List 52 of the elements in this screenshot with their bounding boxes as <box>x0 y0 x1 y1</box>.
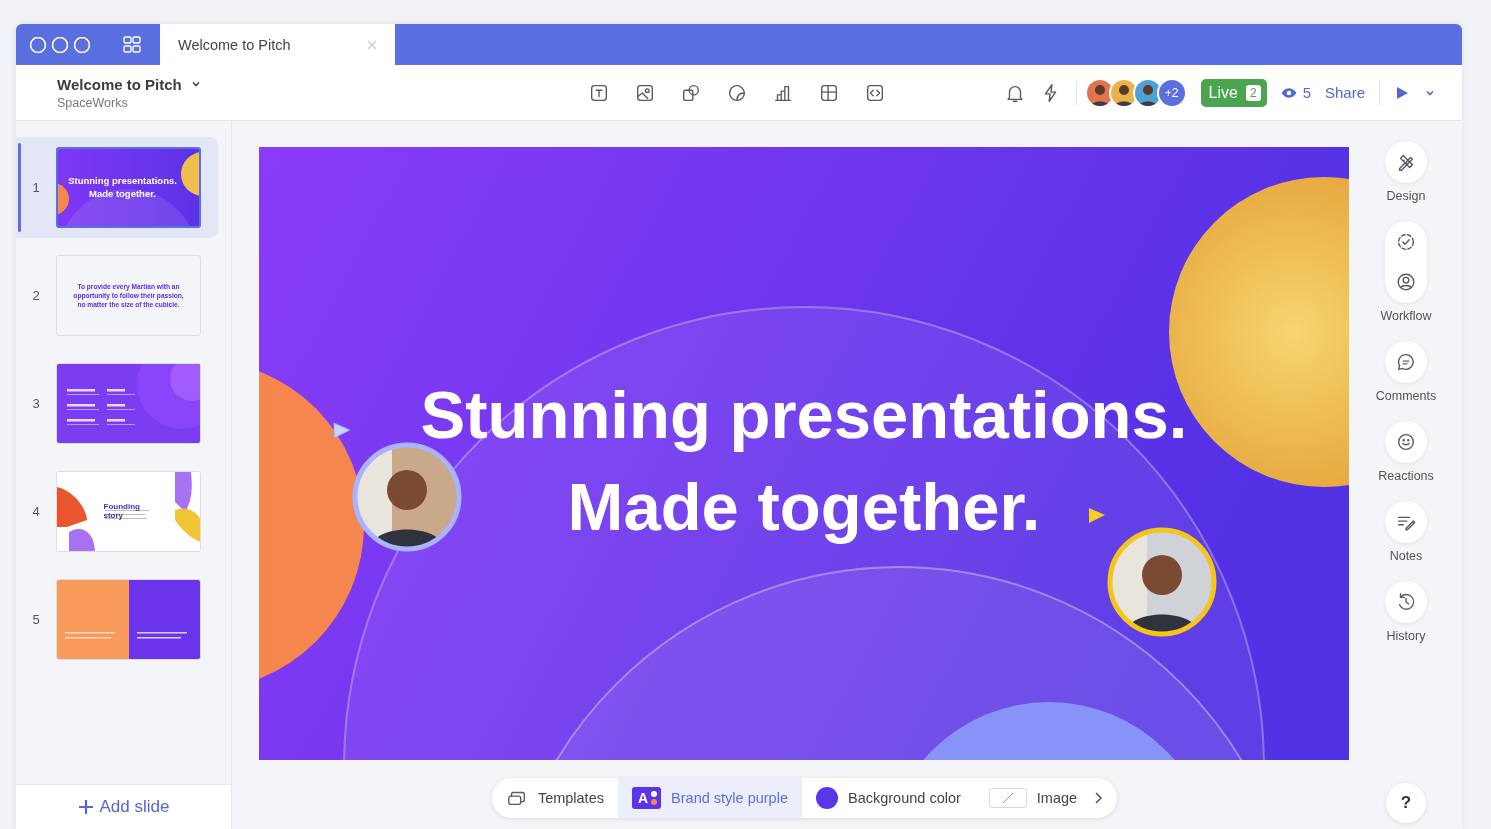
panel-label: History <box>1386 629 1426 643</box>
slide-title: Stunning presentations. Made together. <box>68 175 178 200</box>
empty-image-icon <box>988 788 1027 808</box>
viewer-count: 5 <box>1302 84 1311 101</box>
panel-button[interactable] <box>1385 581 1427 623</box>
panel-label: Comments <box>1375 389 1437 403</box>
share-button[interactable]: Share <box>1324 84 1365 101</box>
panel-button[interactable] <box>1385 421 1427 463</box>
slide-thumbnail[interactable]: Founding story <box>56 471 201 552</box>
toolbar-option[interactable]: A Brand style purple <box>617 778 802 818</box>
panel-label: Notes <box>1389 549 1423 563</box>
slide-item[interactable]: 3 <box>16 353 218 454</box>
plus-icon[interactable] <box>77 799 94 815</box>
dashed-check-icon[interactable] <box>1395 231 1417 253</box>
toolbar-option[interactable]: Background color <box>801 778 975 818</box>
panel-label: Reactions <box>1378 469 1434 483</box>
window-control-icon[interactable] <box>74 36 90 53</box>
browser-tab[interactable]: Welcome to Pitch <box>160 24 395 65</box>
color-swatch <box>815 787 838 809</box>
window-control-icon[interactable] <box>52 36 68 53</box>
cursor-icon <box>332 421 352 441</box>
workspace-name: SpaceWorks <box>57 95 129 110</box>
comment-icon[interactable] <box>1395 351 1417 373</box>
slide-thumbnail[interactable]: Stunning presentations. Made together. <box>56 147 201 228</box>
toolbar-option[interactable]: Image <box>974 778 1092 818</box>
circle-decoration <box>181 152 199 196</box>
slide-item[interactable]: 4 Founding story <box>16 461 218 562</box>
document-title[interactable]: Welcome to Pitch <box>57 75 182 93</box>
tube-drawing <box>57 487 95 551</box>
panel-button[interactable] <box>1385 341 1427 383</box>
grid-icon[interactable] <box>122 34 142 55</box>
style-badge: A <box>631 787 662 809</box>
slide-item[interactable]: 1 Stunning presentations. Made together. <box>16 137 218 238</box>
slide-item[interactable]: 5 <box>16 569 218 670</box>
toolbar-option[interactable]: Templates <box>491 778 618 818</box>
window-control-icon[interactable] <box>30 36 46 53</box>
slide-title: Founding story <box>103 502 141 521</box>
panel-button[interactable] <box>1385 221 1427 303</box>
slide-thumbnail[interactable] <box>56 579 201 660</box>
panel-label: Design <box>1386 189 1426 203</box>
panel-label: Workflow <box>1380 309 1432 323</box>
help-button[interactable]: ? <box>1386 783 1426 823</box>
user-icon[interactable] <box>1395 271 1417 293</box>
play-icon[interactable] <box>1394 84 1410 101</box>
panel-button[interactable] <box>1385 141 1427 183</box>
more-collaborators-badge[interactable]: +2 <box>1156 77 1187 108</box>
panel-button[interactable] <box>1385 501 1427 543</box>
tube-drawing <box>175 472 200 542</box>
cursor-icon <box>1087 506 1107 526</box>
circle-decoration <box>58 183 69 215</box>
slide-thumbnail[interactable] <box>56 363 201 444</box>
smiley-icon[interactable] <box>1395 431 1417 453</box>
